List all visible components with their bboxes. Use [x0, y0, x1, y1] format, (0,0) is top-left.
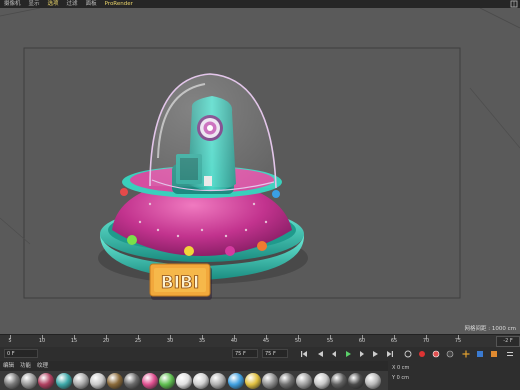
material-swatch[interactable]: [141, 373, 158, 389]
play-icon[interactable]: [344, 350, 352, 358]
move-key-icon[interactable]: [462, 350, 470, 358]
timeline-tick-label: 55: [326, 338, 334, 344]
playback-bar: 0 F 75 F 75 F: [0, 347, 520, 361]
menu-panel[interactable]: 面板: [82, 0, 101, 8]
material-swatch[interactable]: [55, 373, 72, 389]
loop-icon[interactable]: [404, 350, 412, 358]
timeline-ruler[interactable]: -2 F 5 10 15 20 25 30 35 40 45 50 55 60 65 70 75: [0, 334, 520, 347]
go-to-start-icon[interactable]: [300, 350, 308, 358]
coord-y[interactable]: Y 0 cm: [392, 375, 409, 381]
material-swatch[interactable]: [193, 373, 210, 389]
material-swatch[interactable]: [21, 373, 38, 389]
material-swatch[interactable]: [296, 373, 313, 389]
material-swatch[interactable]: [262, 373, 278, 389]
timeline-tick-label: 70: [422, 338, 430, 344]
material-swatch[interactable]: [348, 373, 364, 389]
ufo-toy-model[interactable]: BIBI: [98, 73, 308, 300]
timeline-tick-label: 65: [390, 338, 398, 344]
timeline-tick-label: 30: [166, 338, 174, 344]
timeline-tick-label: 20: [102, 338, 110, 344]
material-swatch[interactable]: [313, 373, 330, 389]
material-swatch[interactable]: [365, 373, 382, 389]
end-frame-field[interactable]: 75 F: [232, 349, 258, 358]
menu-display[interactable]: 显示: [25, 0, 44, 8]
menu-options[interactable]: 选项: [44, 0, 63, 8]
auto-key-icon[interactable]: [432, 350, 440, 358]
next-frame-icon[interactable]: [358, 350, 366, 358]
material-swatch[interactable]: [38, 373, 55, 389]
go-to-end-icon[interactable]: [386, 350, 394, 358]
material-swatch[interactable]: [72, 373, 89, 389]
timeline-tick-label: 5: [8, 338, 12, 344]
coord-x[interactable]: X 0 cm: [392, 365, 409, 371]
coordinates-panel: X 0 cm Y 0 cm: [388, 361, 520, 390]
material-menu-function[interactable]: 功能: [17, 361, 34, 371]
timeline-tick-label: 25: [134, 338, 142, 344]
rotate-key-icon[interactable]: [476, 350, 484, 358]
material-swatch[interactable]: [107, 373, 124, 389]
material-menu-edit[interactable]: 编辑: [0, 361, 17, 371]
viewport-layout-icon[interactable]: [510, 0, 518, 8]
menu-filter[interactable]: 过滤: [63, 0, 82, 8]
timeline-tick-label: 60: [358, 338, 366, 344]
material-swatch[interactable]: [176, 373, 192, 389]
menu-prorender[interactable]: ProRender: [101, 0, 137, 8]
preview-end-field[interactable]: 75 F: [262, 349, 288, 358]
timeline-tick-label: 35: [198, 338, 206, 344]
material-swatch[interactable]: [4, 373, 20, 389]
timeline-menu-icon[interactable]: [506, 350, 514, 358]
next-key-icon[interactable]: [372, 350, 380, 358]
material-swatch[interactable]: [158, 373, 175, 389]
menu-camera[interactable]: 摄像机: [0, 0, 25, 8]
material-swatch[interactable]: [90, 373, 106, 389]
prev-key-icon[interactable]: [316, 350, 324, 358]
material-swatch[interactable]: [210, 373, 227, 389]
timeline-tick-label: 45: [262, 338, 270, 344]
material-swatch[interactable]: [330, 373, 347, 389]
timeline-tick-label: 10: [38, 338, 46, 344]
3d-viewport[interactable]: BIBI 网格间距 : 1000 cm: [0, 8, 520, 334]
timeline-tick-label: 50: [294, 338, 302, 344]
timeline-tick-label: 15: [70, 338, 78, 344]
viewport-menubar: 摄像机 显示 选项 过滤 面板 ProRender: [0, 0, 520, 8]
record-key-icon[interactable]: [418, 350, 426, 358]
prev-frame-icon[interactable]: [330, 350, 338, 358]
keyframe-selection-icon[interactable]: [446, 350, 454, 358]
timeline-tick-label: 40: [230, 338, 238, 344]
scale-key-icon[interactable]: [490, 350, 498, 358]
timeline-tick-label: 75: [454, 338, 462, 344]
material-swatch[interactable]: [124, 373, 141, 389]
start-frame-field[interactable]: 0 F: [4, 349, 38, 358]
material-swatch[interactable]: [244, 373, 261, 389]
grid-spacing-label: 网格间距 : 1000 cm: [464, 326, 516, 332]
toy-sign-text: BIBI: [161, 273, 200, 293]
viewport-scene: BIBI: [0, 8, 520, 300]
material-swatch[interactable]: [279, 373, 296, 389]
material-swatch[interactable]: [227, 373, 244, 389]
material-menu-texture[interactable]: 纹理: [34, 361, 51, 371]
current-frame-field[interactable]: -2 F: [496, 336, 520, 347]
